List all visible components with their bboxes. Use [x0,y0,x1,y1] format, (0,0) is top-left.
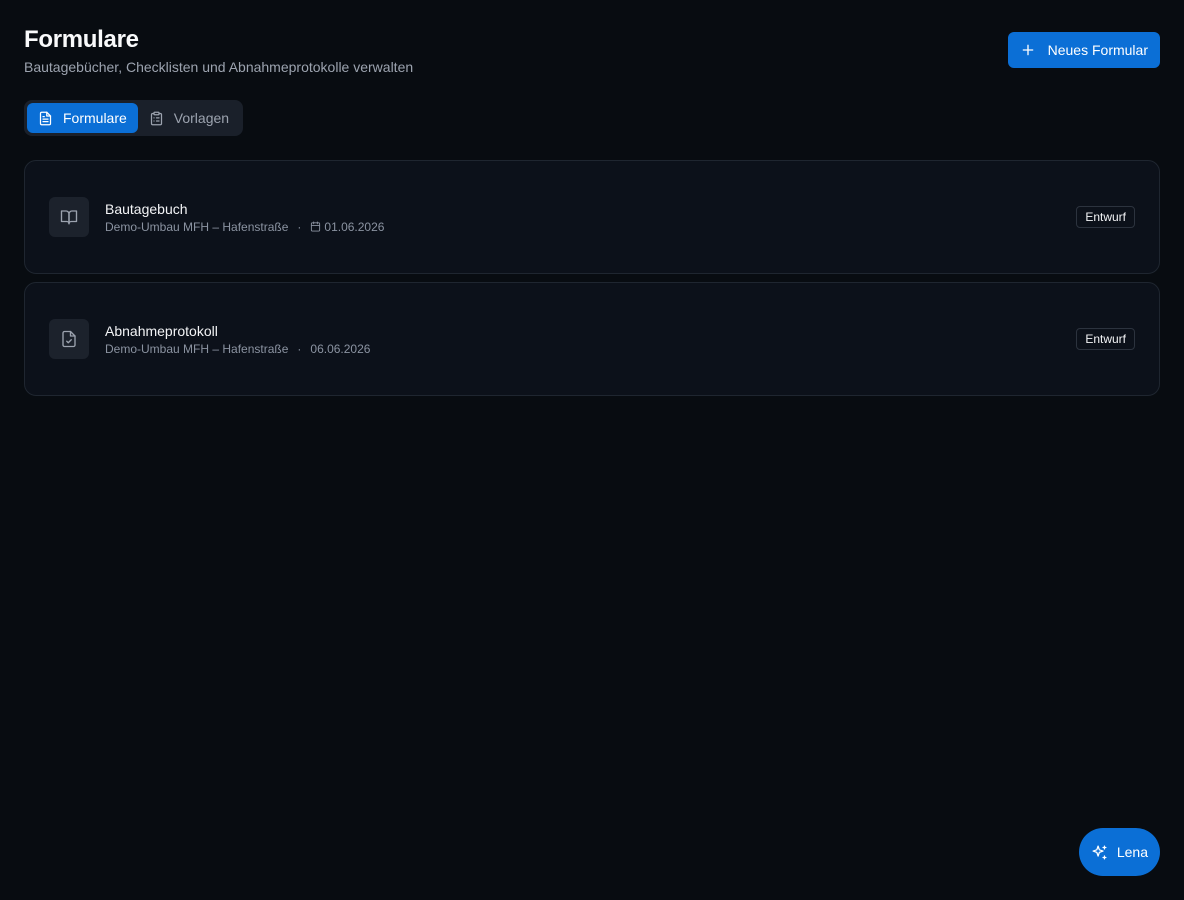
file-text-icon [39,111,52,125]
tab-vorlagen-label: Vorlagen [173,110,230,126]
form-card-bautagebuch[interactable]: Bautagebuch Demo-Umbau MFH – Hafenstraße… [24,160,1160,274]
assistant-label: Lena [1116,844,1148,860]
sparkles-icon [1092,844,1107,860]
plus-icon [1022,44,1033,56]
tab-vorlagen[interactable]: Vorlagen [138,103,240,133]
assistant-button[interactable]: Lena [1078,828,1160,876]
page-header: Formulare Bautagebücher, Checklisten und… [24,26,413,76]
form-card-body: Bautagebuch Demo-Umbau MFH – Hafenstraße… [105,200,384,235]
form-icon-container [49,319,89,359]
status-badge: Entwurf [1076,328,1135,350]
form-card-abnahmeprotokoll[interactable]: Abnahmeprotokoll Demo-Umbau MFH – Hafens… [24,282,1160,396]
form-project: Demo-Umbau MFH – Hafenstraße [105,341,289,356]
calendar-icon [311,221,321,232]
form-date-value: 01.06.2026 [324,219,385,234]
page-title: Formulare [24,26,139,53]
new-form-button[interactable]: Neues Formular [1007,32,1160,68]
meta-separator: · [297,341,302,356]
status-badge: Entwurf [1076,206,1135,228]
form-card-body: Abnahmeprotokoll Demo-Umbau MFH – Hafens… [105,322,370,357]
tab-formulare[interactable]: Formulare [27,103,138,133]
meta-separator: · [297,219,302,234]
form-meta: Demo-Umbau MFH – Hafenstraße · 06.06.202… [105,341,370,357]
form-title: Abnahmeprotokoll [105,322,218,339]
form-date-value: 06.06.2026 [310,341,371,356]
view-tabs: Formulare Vorlagen [24,100,244,136]
form-meta: Demo-Umbau MFH – Hafenstraße · 01.06.202… [105,219,384,235]
book-open-icon [60,210,78,225]
form-icon-container [49,197,89,237]
form-date: 01.06.2026 [310,219,384,235]
file-check-icon [62,330,76,348]
clipboard-list-icon [150,111,162,125]
tab-formulare-label: Formulare [63,110,127,126]
form-project: Demo-Umbau MFH – Hafenstraße [105,219,289,234]
forms-page: Formulare Bautagebücher, Checklisten und… [0,0,1184,900]
page-subtitle: Bautagebücher, Checklisten und Abnahmepr… [24,59,414,75]
forms-list: Bautagebuch Demo-Umbau MFH – Hafenstraße… [24,160,1160,404]
form-title: Bautagebuch [105,200,188,217]
new-form-button-label: Neues Formular [1047,42,1148,58]
